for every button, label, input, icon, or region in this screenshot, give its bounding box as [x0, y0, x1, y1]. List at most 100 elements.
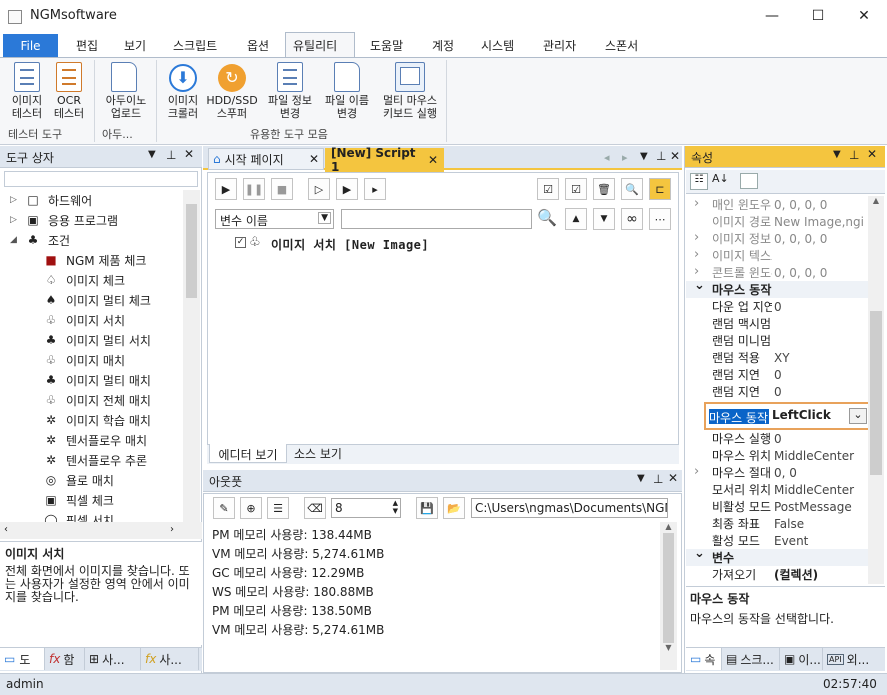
property-row[interactable]: 랜덤 맥시멈	[686, 315, 868, 332]
property-row[interactable]: 가져오기 (컬렉션)	[686, 566, 868, 583]
ribbon-image-crawler-button[interactable]: 이미지 크롤러	[160, 94, 206, 120]
minimize-button[interactable]: —	[749, 0, 795, 32]
search-button[interactable]: 🔍	[621, 178, 643, 200]
ribbon-spoofer-button[interactable]: HDD/SSD 스푸퍼	[204, 94, 260, 120]
property-row[interactable]: 마우스 실행 0	[686, 430, 868, 447]
tab-script-1[interactable]: [New] Script 1 ✕	[325, 146, 444, 174]
tree-item[interactable]: ♤ 이미지 체크	[0, 270, 182, 290]
tab-source-view[interactable]: 소스 보기	[289, 444, 347, 463]
tree-expander-icon[interactable]: ▷	[10, 215, 22, 225]
property-row[interactable]: 다운 업 지연 0	[686, 298, 868, 315]
property-row[interactable]: 랜덤 미니멈	[686, 332, 868, 349]
toolbox-scrollbar[interactable]	[183, 190, 200, 522]
output-list-button[interactable]: ☰	[267, 497, 289, 519]
expand-icon[interactable]: ›	[694, 264, 699, 279]
move-up-button[interactable]: ▲	[565, 208, 587, 230]
output-clear-button[interactable]: ⌫	[304, 497, 326, 519]
properties-scrollbar[interactable]: ▲	[868, 196, 884, 584]
output-clean-button[interactable]: ✎	[213, 497, 235, 519]
expand-icon[interactable]: ›	[694, 247, 699, 262]
output-open-folder-button[interactable]: 📂	[443, 497, 465, 519]
categorized-button[interactable]: ☷	[690, 173, 708, 190]
menu-utility[interactable]: 유틸리티	[293, 37, 337, 54]
variable-value-input[interactable]	[341, 209, 532, 229]
close-icon[interactable]: ✕	[670, 149, 680, 163]
menu-system[interactable]: 시스템	[481, 37, 514, 54]
property-row[interactable]: 최종 좌표 False	[686, 515, 868, 532]
ribbon-image-tester-button[interactable]: 이미지 테스터	[4, 94, 50, 120]
output-add-button[interactable]: ⊕	[240, 497, 262, 519]
tab-user-2[interactable]: fx 사...	[141, 648, 199, 670]
tab-images[interactable]: ▣ 이...	[780, 648, 823, 670]
menu-script[interactable]: 스크립트	[173, 37, 217, 54]
step-button[interactable]: ▷	[308, 178, 330, 200]
scroll-up-icon[interactable]: ▲	[868, 196, 884, 205]
pause-button[interactable]: ❚❚	[243, 178, 265, 200]
scroll-thumb[interactable]	[663, 533, 674, 643]
tab-toolbox[interactable]: ▭ 도	[0, 648, 45, 670]
tab-scroll-left-icon[interactable]: ◂	[604, 151, 610, 164]
property-row[interactable]: 랜덤 지연 0	[686, 383, 868, 400]
property-section[interactable]: ⌄ 변수	[686, 549, 868, 566]
ribbon-file-info-button[interactable]: 파일 정보 변경	[262, 94, 318, 120]
property-pages-button[interactable]	[740, 173, 758, 189]
close-icon[interactable]: ✕	[867, 147, 877, 161]
tab-start-page[interactable]: ⌂ 시작 페이지 ✕	[208, 148, 324, 170]
property-value-dropdown[interactable]: LeftClick	[772, 408, 831, 422]
tree-item[interactable]: ▣ 픽셀 체크	[0, 490, 182, 510]
tab-api[interactable]: API 외...	[823, 648, 883, 670]
property-row-selected[interactable]: 마우스 동작 LeftClick ⌄	[704, 402, 868, 430]
property-row[interactable]: 추가하기(컬렉션)	[686, 583, 868, 584]
line-checkbox[interactable]: ✓	[235, 237, 246, 248]
tree-item[interactable]: ■ NGM 제품 체크	[0, 250, 182, 270]
property-row[interactable]: 이미지 경로 New Image,ngi	[686, 213, 868, 230]
check-all-button[interactable]: ☑	[537, 178, 559, 200]
tree-item[interactable]: ✲ 텐서플로우 매치	[0, 430, 182, 450]
property-row[interactable]: › 이미지 정보 0, 0, 0, 0	[686, 230, 868, 247]
run-selected-button[interactable]: ▶	[336, 178, 358, 200]
script-line-image-search[interactable]: 이미지 서치 [New Image]	[271, 236, 429, 253]
scroll-up-icon[interactable]: ▲	[660, 522, 677, 531]
dropdown-icon[interactable]: ▼	[148, 149, 156, 160]
menu-view[interactable]: 보기	[124, 37, 146, 54]
tree-category[interactable]: ▷ ▣ 응용 프로그램	[0, 210, 182, 230]
tree-item[interactable]: ♧ 이미지 전체 매치	[0, 390, 182, 410]
play-button[interactable]: ▶	[215, 178, 237, 200]
tree-item[interactable]: ♧ 이미지 매치	[0, 350, 182, 370]
close-icon[interactable]: ✕	[428, 153, 438, 167]
tree-item[interactable]: ✲ 텐서플로우 추론	[0, 450, 182, 470]
scroll-right-icon[interactable]: ›	[170, 524, 174, 535]
dropdown-icon[interactable]: ▼	[640, 151, 648, 162]
tab-user-1[interactable]: ⊞ 사...	[85, 648, 141, 670]
pin-icon[interactable]: ⊥	[166, 148, 176, 162]
menu-sponsor[interactable]: 스폰서	[605, 37, 638, 54]
ribbon-arduino-upload-button[interactable]: 아두이노 업로드	[99, 94, 153, 120]
scroll-down-icon[interactable]: ▼	[660, 643, 677, 652]
property-row[interactable]: 모서리 위치 MiddleCenter	[686, 481, 868, 498]
ribbon-multi-mouse-button[interactable]: 멀티 마우스 키보드 실행	[376, 94, 444, 120]
dropdown-icon[interactable]: ▼	[637, 473, 645, 484]
toolbox-hscrollbar[interactable]: ‹ ›	[0, 522, 202, 539]
menu-options[interactable]: 옵션	[247, 37, 269, 54]
scroll-thumb[interactable]	[186, 204, 197, 298]
menu-account[interactable]: 계정	[432, 37, 454, 54]
property-row[interactable]: 마우스 위치 MiddleCenter	[686, 447, 868, 464]
property-section[interactable]: ⌄ 마우스 동작	[686, 281, 868, 298]
collapse-icon[interactable]: ⌄	[694, 549, 705, 561]
spinner-icon[interactable]: ▲ ▼	[393, 499, 398, 515]
tree-item[interactable]: ✲ 이미지 학습 매치	[0, 410, 182, 430]
uncheck-button[interactable]: ☑	[565, 178, 587, 200]
tree-category[interactable]: ◢ ♣ 조건	[0, 230, 182, 250]
tab-functions[interactable]: fx 함	[45, 648, 85, 670]
close-button[interactable]: ✕	[841, 0, 887, 32]
dropdown-icon[interactable]: ▼	[833, 149, 841, 160]
tree-view-button[interactable]: ⊏	[649, 178, 671, 200]
maximize-button[interactable]: ☐	[795, 0, 841, 32]
menu-edit[interactable]: 편집	[76, 37, 98, 54]
tree-item[interactable]: ◯ 픽셀 서치	[0, 510, 182, 522]
more-button[interactable]: ⋯	[649, 208, 671, 230]
scroll-thumb[interactable]	[870, 311, 882, 475]
property-row[interactable]: › 매인 윈도우 0, 0, 0, 0	[686, 196, 868, 213]
tree-item[interactable]: ♣ 이미지 멀티 서치	[0, 330, 182, 350]
output-count-input[interactable]: 8 ▲ ▼	[331, 498, 401, 518]
